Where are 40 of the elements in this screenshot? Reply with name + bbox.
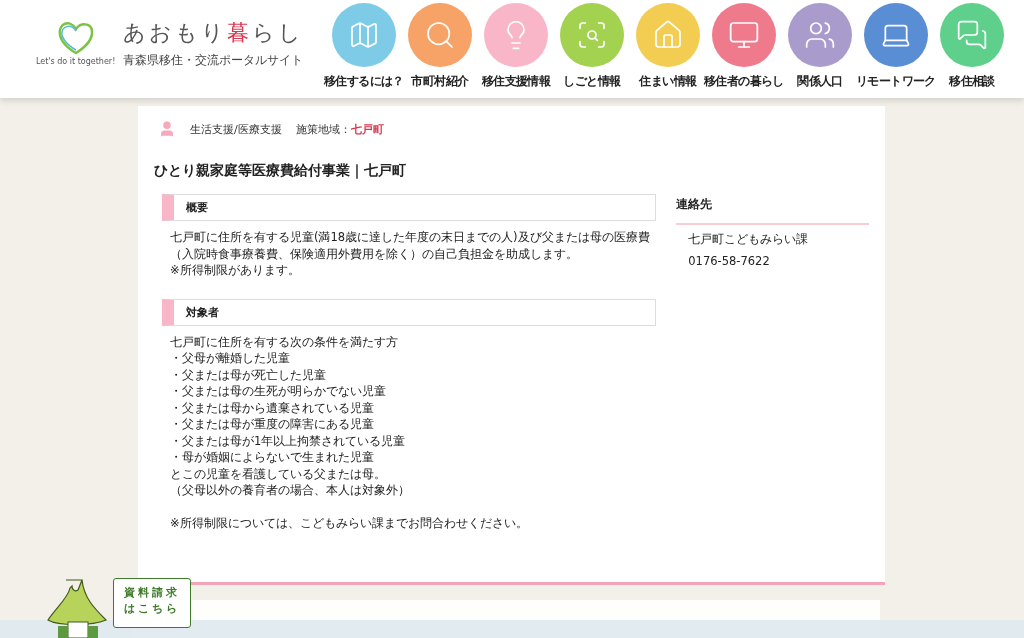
nav-item[interactable]: 市町村紹介 bbox=[402, 3, 478, 90]
body-text: ・父または母から遺棄されている児童 bbox=[170, 399, 375, 416]
body-text: ・父または母が重度の障害にある児童 bbox=[170, 416, 375, 433]
category-text: 生活支援/医療支援 bbox=[190, 121, 282, 137]
nav-item[interactable]: 関係人口 bbox=[782, 3, 858, 90]
person-icon bbox=[158, 120, 176, 138]
body-text: （父母以外の養育者の場合、本人は対象外） bbox=[170, 482, 411, 499]
request-button[interactable]: 資料請求はこちら bbox=[113, 578, 191, 628]
people-icon bbox=[804, 19, 836, 51]
nav-item[interactable]: リモートワーク bbox=[858, 3, 934, 90]
body-text: ・父または母が死亡した児童 bbox=[170, 366, 327, 383]
site-logo-title[interactable]: あおもり 暮 らし bbox=[123, 18, 305, 48]
chat-icon bbox=[956, 19, 988, 51]
body-text: 七戸町に住所を有する次の条件を満たす方 bbox=[170, 333, 399, 350]
contact-text: 0176-58-7622 bbox=[688, 254, 771, 269]
body-text: ・父母が離婚した児童 bbox=[170, 350, 291, 367]
article-title: ひとり親家庭等医療費給付事業｜七戸町 bbox=[154, 162, 407, 180]
body-text: 七戸町に住所を有する児童(満18歳に達した年度の末日までの人)及び父または母の医療費（入院時食事療養費、保険適用外費用を除く）の自己負担金を助成します。 bbox=[170, 229, 651, 262]
monitor-icon bbox=[728, 19, 760, 51]
nav-item[interactable]: 移住者の暮らし bbox=[706, 3, 782, 90]
magnifier-icon bbox=[576, 19, 608, 51]
nav-item[interactable]: しごと情報 bbox=[554, 3, 630, 90]
body-text: ・父または母の生死が明らかでない児童 bbox=[170, 383, 387, 400]
body-text: ・父または母が1年以上拘禁されている児童 bbox=[170, 432, 407, 449]
note-text: ※所得制限については、こどもみらい課までお問合わせください。 bbox=[170, 515, 529, 532]
section-heading: 対象者 bbox=[162, 298, 657, 326]
nav-item[interactable]: 移住相談 bbox=[934, 3, 1010, 90]
nav-item[interactable]: 移住支援情報 bbox=[478, 3, 554, 90]
area-text: 施策地域：七戸町 bbox=[295, 121, 384, 137]
body-text: ・母が婚姻によらないで生まれた児童 bbox=[170, 449, 375, 466]
body-text: ※所得制限があります。 bbox=[170, 262, 301, 279]
body-text: とこの児童を看護している父または母。 bbox=[170, 465, 387, 482]
section-heading: 概要 bbox=[162, 194, 657, 221]
nav-item[interactable]: 移住するには？ bbox=[326, 3, 402, 90]
contact-text: 七戸町こどもみらい課 bbox=[688, 232, 810, 247]
logo-subtitle: 青森県移住・交流ポータルサイト bbox=[123, 52, 305, 69]
contact-heading: 連絡先 bbox=[676, 197, 869, 225]
logo-slogan: Let's do it together! bbox=[36, 57, 116, 66]
house-icon bbox=[652, 19, 684, 51]
search-icon bbox=[424, 19, 456, 51]
